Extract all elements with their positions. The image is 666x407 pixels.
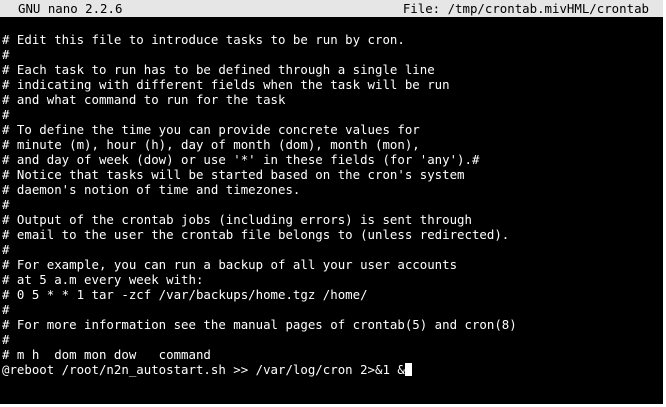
buffer-line[interactable]: # [2, 47, 663, 62]
buffer-line[interactable]: # and what command to run for the task [2, 92, 663, 107]
buffer-line[interactable]: # For more information see the manual pa… [2, 317, 663, 332]
terminal-window[interactable]: GNU nano 2.2.6 File: /tmp/crontab.mivHML… [0, 0, 666, 407]
editor-buffer[interactable]: # Edit this file to introduce tasks to b… [2, 32, 663, 377]
nano-title-bar: GNU nano 2.2.6 File: /tmp/crontab.mivHML… [0, 0, 663, 17]
buffer-line[interactable]: # Output of the crontab jobs (including … [2, 212, 663, 227]
buffer-line[interactable]: # daemon's notion of time and timezones. [2, 182, 663, 197]
app-title: GNU nano 2.2.6 [18, 1, 123, 16]
buffer-line[interactable]: # Each task to run has to be defined thr… [2, 62, 663, 77]
buffer-line-active[interactable]: @reboot /root/n2n_autostart.sh >> /var/l… [2, 362, 663, 377]
text-cursor [404, 363, 412, 376]
buffer-line[interactable]: # email to the user the crontab file bel… [2, 227, 663, 242]
file-label: File: /tmp/crontab.mivHML/crontab [402, 1, 649, 16]
buffer-line[interactable]: # 0 5 * * 1 tar -zcf /var/backups/home.t… [2, 287, 663, 302]
buffer-line[interactable]: # To define the time you can provide con… [2, 122, 663, 137]
buffer-line[interactable]: # For example, you can run a backup of a… [2, 257, 663, 272]
buffer-line[interactable]: # m h dom mon dow command [2, 347, 663, 362]
buffer-line[interactable]: # indicating with different fields when … [2, 77, 663, 92]
buffer-line[interactable]: # at 5 a.m every week with: [2, 272, 663, 287]
buffer-line[interactable]: # Edit this file to introduce tasks to b… [2, 32, 663, 47]
active-line-text[interactable]: @reboot /root/n2n_autostart.sh >> /var/l… [2, 362, 405, 377]
buffer-line[interactable]: # [2, 332, 663, 347]
buffer-line[interactable]: # and day of week (dow) or use '*' in th… [2, 152, 663, 167]
buffer-line[interactable]: # [2, 302, 663, 317]
buffer-line[interactable]: # [2, 197, 663, 212]
buffer-line[interactable]: # [2, 242, 663, 257]
buffer-line[interactable]: # minute (m), hour (h), day of month (do… [2, 137, 663, 152]
buffer-line[interactable]: # Notice that tasks will be started base… [2, 167, 663, 182]
buffer-line[interactable]: # [2, 107, 663, 122]
